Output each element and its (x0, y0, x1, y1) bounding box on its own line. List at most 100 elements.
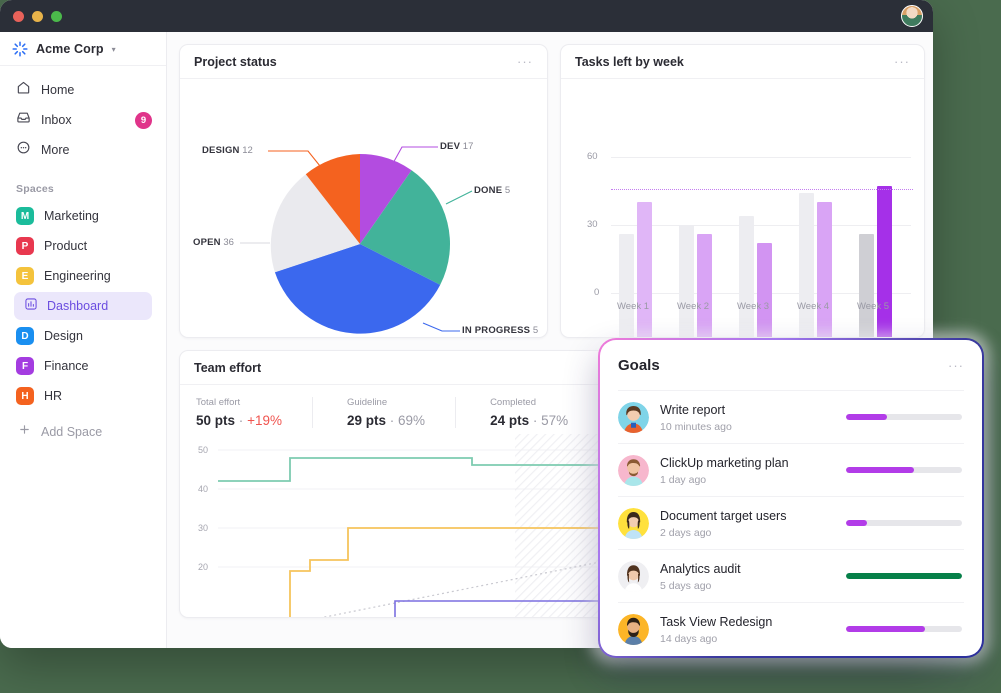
bar-week3-previous (739, 216, 754, 337)
pie-label-open-value: 36 (223, 237, 234, 248)
stat-num-total-effort: 50 pts (196, 413, 236, 428)
bar-week2-current (697, 234, 712, 337)
goal-row-document-target-users[interactable]: Document target users 2 days ago (618, 496, 964, 549)
goal-time: 1 day ago (660, 474, 707, 486)
spaces-list: M Marketing P Product E Engineering Dash… (0, 201, 166, 411)
goal-row-write-report[interactable]: Write report 10 minutes ago (618, 390, 964, 443)
goal-name: Document target users (660, 509, 787, 523)
y-tick-60: 60 (587, 151, 598, 162)
avatar (618, 560, 649, 592)
goal-progress-bar (846, 520, 962, 526)
goal-progress-fill (846, 414, 887, 420)
goal-row-clickup-marketing-plan[interactable]: ClickUp marketing plan 1 day ago (618, 443, 964, 496)
x-tick-week1: Week 1 (617, 301, 650, 312)
avatar (618, 613, 649, 645)
chevron-down-icon[interactable]: ▾ (112, 45, 116, 54)
home-icon (16, 80, 31, 100)
stat-label-guideline: Guideline (346, 397, 388, 408)
screen: Acme Corp ▾ Home Inbox 9 More Spaces M M… (0, 0, 1001, 693)
user-avatar[interactable] (901, 5, 923, 27)
goal-progress-bar (846, 626, 962, 632)
stat-completed: Completed 24 pts · 57% (455, 397, 598, 428)
goal-text: Document target users 2 days ago (660, 507, 835, 539)
workspace-switcher[interactable]: Acme Corp ▾ (0, 32, 166, 66)
space-label-product: Product (44, 239, 88, 253)
maximize-window-button[interactable] (51, 10, 62, 22)
nav-item-home[interactable]: Home (8, 75, 158, 105)
goal-time: 10 minutes ago (660, 421, 732, 433)
window-traffic-lights (13, 10, 62, 22)
goal-row-analytics-audit[interactable]: Analytics audit 5 days ago (618, 549, 964, 602)
svg-text:40: 40 (198, 484, 208, 494)
sidebar-label-dashboard: Dashboard (47, 299, 109, 313)
add-space-button[interactable]: Add Space (8, 417, 158, 447)
card-tasks-left-by-week: Tasks left by week ··· 60 30 0 Week 1 We… (560, 44, 925, 338)
window-titlebar (0, 0, 933, 32)
space-label-marketing: Marketing (44, 209, 99, 223)
card-menu-tasks-left[interactable]: ··· (894, 55, 910, 68)
gridline-60 (611, 157, 911, 158)
goal-progress-fill (846, 467, 915, 473)
goal-text: ClickUp marketing plan 1 day ago (660, 454, 835, 486)
nav-label-home: Home (41, 83, 75, 97)
clickup-logo-icon (12, 40, 28, 57)
stat-delta-total-effort: +19% (247, 413, 282, 428)
stat-value-completed: 24 pts · 57% (490, 413, 568, 428)
space-chip-marketing: M (16, 207, 34, 225)
svg-text:20: 20 (198, 562, 208, 572)
goals-menu-button[interactable]: ··· (948, 359, 964, 372)
sidebar-item-hr[interactable]: H HR (8, 381, 158, 411)
nav-item-more[interactable]: More (8, 135, 158, 165)
nav-label-inbox: Inbox (41, 113, 72, 127)
stat-label-completed: Completed (490, 397, 537, 408)
goals-title: Goals (618, 356, 660, 374)
space-chip-design: D (16, 327, 34, 345)
avatar (618, 507, 649, 539)
more-icon (16, 140, 31, 160)
card-project-status: Project status ··· DEV 17 DONE 5 IN PROG… (179, 44, 548, 338)
goal-time: 5 days ago (660, 580, 712, 592)
space-label-engineering: Engineering (44, 269, 111, 283)
goal-row-task-view-redesign[interactable]: Task View Redesign 14 days ago (618, 602, 964, 655)
stat-label-total-effort: Total effort (196, 397, 241, 408)
sidebar-item-product[interactable]: P Product (8, 231, 158, 261)
bar-week3-current (757, 243, 772, 337)
bar-week5-previous (859, 234, 874, 337)
pie-label-open: OPEN 36 (193, 237, 234, 248)
goal-progress-bar (846, 573, 962, 579)
space-chip-product: P (16, 237, 34, 255)
goal-progress-bar (846, 467, 962, 473)
stat-sep-total-effort: · (238, 413, 244, 428)
plus-icon (18, 423, 31, 441)
x-tick-week5: Week 5 (857, 301, 890, 312)
add-space-label: Add Space (41, 425, 103, 439)
minimize-window-button[interactable] (32, 10, 43, 22)
x-tick-week3: Week 3 (737, 301, 770, 312)
stat-sep-guideline: · (389, 413, 395, 428)
card-title-team-effort: Team effort (194, 360, 262, 375)
sidebar-item-marketing[interactable]: M Marketing (8, 201, 158, 231)
close-window-button[interactable] (13, 10, 24, 22)
svg-text:30: 30 (198, 523, 208, 533)
goal-progress-fill (846, 520, 867, 526)
spaces-section-title: Spaces (16, 183, 54, 195)
bar-week2-previous (679, 225, 694, 337)
sidebar-item-engineering[interactable]: E Engineering (8, 261, 158, 291)
sidebar-item-design[interactable]: D Design (8, 321, 158, 351)
avatar (618, 454, 649, 486)
sidebar: Acme Corp ▾ Home Inbox 9 More Spaces M M… (0, 32, 167, 648)
sidebar-item-dashboard[interactable]: Dashboard (14, 292, 152, 320)
bar-week1-current (637, 202, 652, 337)
primary-nav: Home Inbox 9 More (0, 66, 166, 169)
goals-card-inner: Goals ··· Write report 10 minutes ago Cl… (600, 340, 982, 656)
nav-item-inbox[interactable]: Inbox 9 (8, 105, 158, 135)
pie-label-design-name: DESIGN (202, 145, 240, 156)
goal-progress-fill (846, 626, 925, 632)
sidebar-item-finance[interactable]: F Finance (8, 351, 158, 381)
card-menu-project-status[interactable]: ··· (517, 55, 533, 68)
bar-week4-current (817, 202, 832, 337)
card-title-project-status: Project status (194, 54, 277, 69)
space-label-hr: HR (44, 389, 63, 403)
goal-time: 14 days ago (660, 633, 718, 645)
card-title-tasks-left: Tasks left by week (575, 54, 684, 69)
